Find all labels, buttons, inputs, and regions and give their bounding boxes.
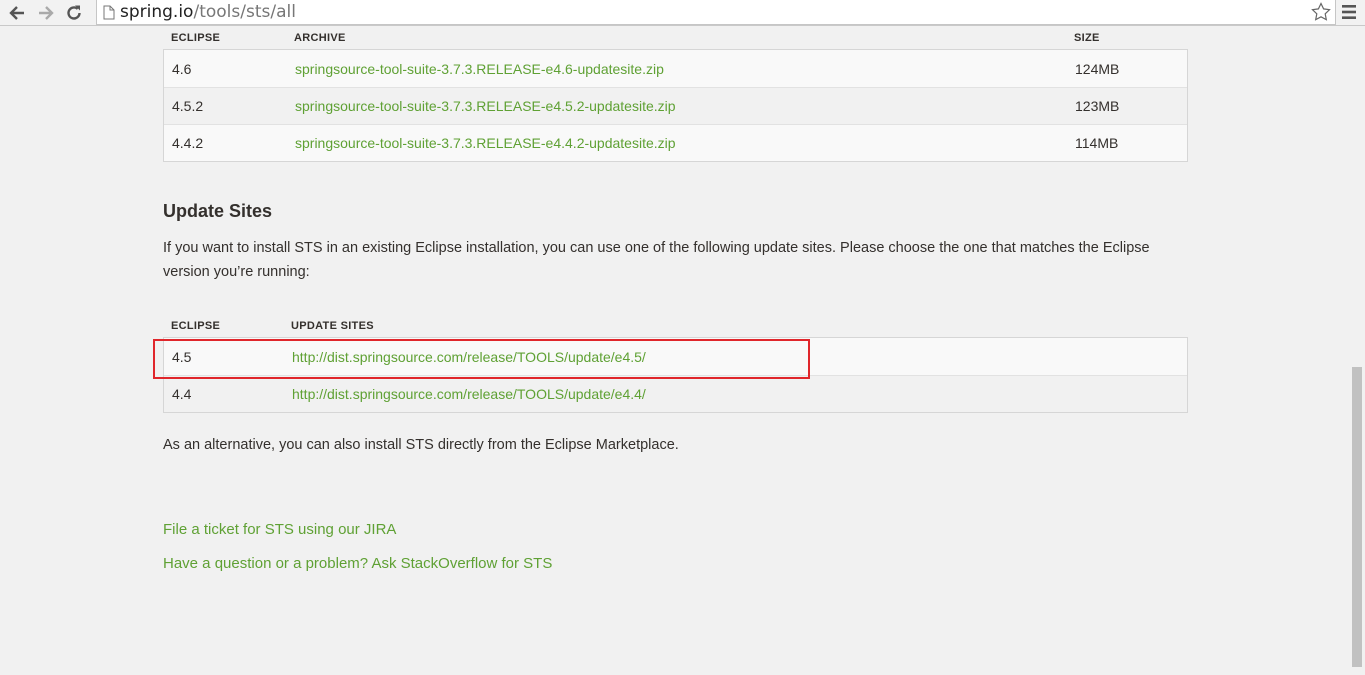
url-host: spring.io: [120, 2, 194, 22]
archive-size: 123MB: [1075, 98, 1120, 114]
url-path: /tools/sts/all: [193, 2, 296, 22]
update-sites-intro: If you want to install STS in an existin…: [163, 240, 1150, 280]
page-scrollbar[interactable]: [1349, 27, 1365, 675]
back-button[interactable]: [6, 2, 28, 24]
update-sites-table-header: ECLIPSE UPDATE SITES: [163, 315, 1188, 337]
header-eclipse: ECLIPSE: [171, 320, 221, 332]
table-row: 4.4.2 springsource-tool-suite-3.7.3.RELE…: [164, 124, 1187, 161]
browser-toolbar: spring.io/tools/sts/all: [0, 0, 1365, 26]
update-sites-heading: Update Sites: [163, 201, 273, 221]
highlight-box: [153, 339, 810, 379]
page-icon: [103, 5, 115, 20]
star-icon[interactable]: [1311, 2, 1331, 22]
update-site-link[interactable]: http://dist.springsource.com/release/TOO…: [292, 386, 646, 402]
archive-size: 124MB: [1075, 60, 1120, 77]
header-update-sites: UPDATE SITES: [291, 320, 374, 332]
forward-arrow-icon: [39, 6, 54, 20]
table-row: 4.6 springsource-tool-suite-3.7.3.RELEAS…: [164, 50, 1187, 87]
reload-button[interactable]: [63, 2, 85, 24]
hamburger-menu-icon: [1342, 5, 1356, 19]
reload-icon: [67, 5, 81, 20]
marketplace-note: As an alternative, you can also install …: [163, 437, 679, 453]
header-archive: ARCHIVE: [294, 32, 346, 44]
eclipse-version: 4.6: [172, 60, 192, 77]
archive-link[interactable]: springsource-tool-suite-3.7.3.RELEASE-e4…: [295, 98, 1075, 114]
scrollbar-thumb[interactable]: [1352, 367, 1362, 667]
header-eclipse: ECLIPSE: [171, 32, 221, 44]
eclipse-version: 4.4.2: [172, 135, 204, 151]
archive-link[interactable]: springsource-tool-suite-3.7.3.RELEASE-e4…: [295, 135, 1075, 151]
table-row: 4.5.2 springsource-tool-suite-3.7.3.RELE…: [164, 87, 1187, 124]
archive-table-header: ECLIPSE ARCHIVE SIZE: [163, 27, 1188, 49]
archive-link[interactable]: springsource-tool-suite-3.7.3.RELEASE-e4…: [295, 61, 1075, 77]
archive-table: 4.6 springsource-tool-suite-3.7.3.RELEAS…: [163, 49, 1188, 162]
address-bar[interactable]: spring.io/tools/sts/all: [96, 0, 1336, 25]
archive-size: 114MB: [1075, 135, 1119, 151]
stackoverflow-link[interactable]: Have a question or a problem? Ask StackO…: [163, 555, 552, 572]
header-size: SIZE: [1074, 32, 1100, 44]
eclipse-version: 4.5.2: [172, 98, 204, 114]
address-url: spring.io/tools/sts/all: [120, 1, 296, 23]
archive-table-section: ECLIPSE ARCHIVE SIZE 4.6 springsource-to…: [163, 27, 1188, 162]
table-row: 4.4 http://dist.springsource.com/release…: [164, 375, 1187, 412]
browser-menu-button[interactable]: [1339, 3, 1361, 23]
jira-link[interactable]: File a ticket for STS using our JIRA: [163, 521, 396, 538]
eclipse-version: 4.4: [172, 386, 192, 402]
back-arrow-icon: [9, 6, 24, 20]
forward-button[interactable]: [35, 2, 57, 24]
